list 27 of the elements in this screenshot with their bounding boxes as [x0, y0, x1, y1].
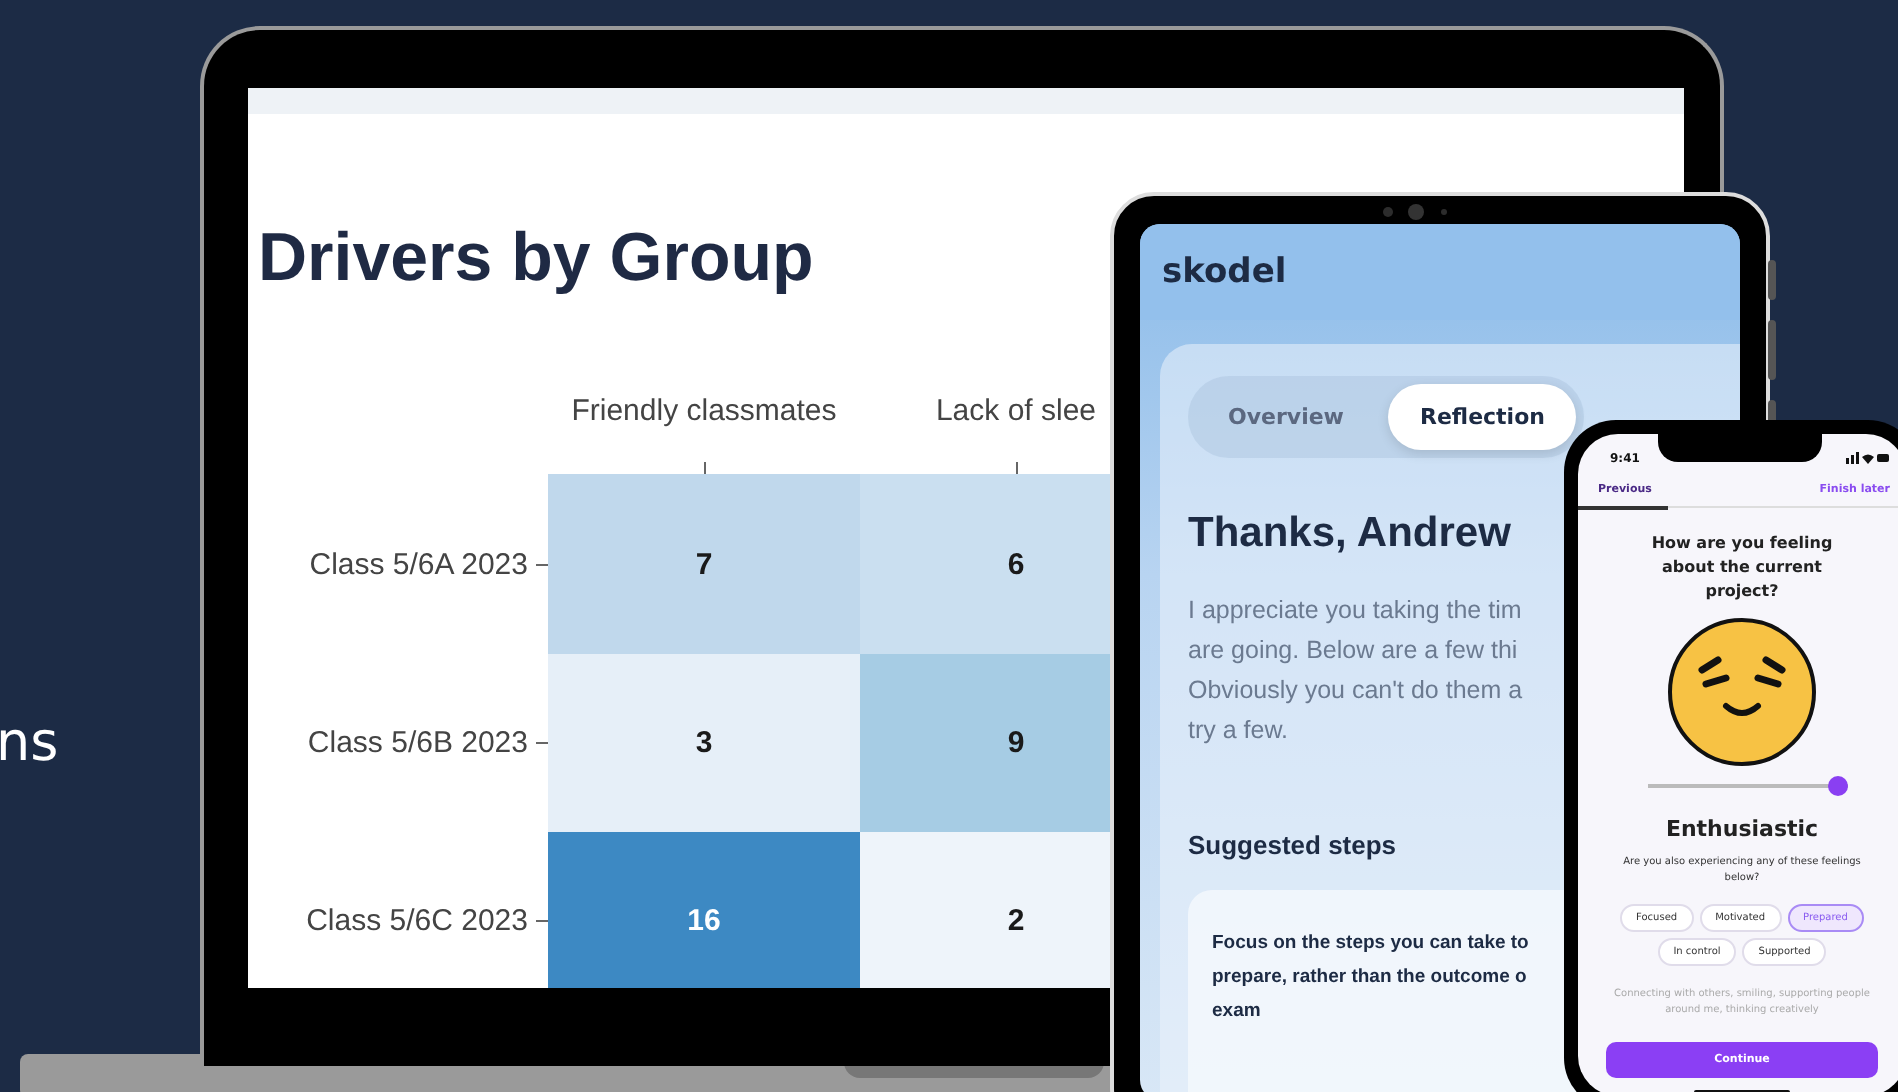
row-label: Class 5/6A 2023: [309, 547, 528, 581]
step-text-line: Focus on the steps you can take to: [1212, 930, 1529, 958]
row-label: Class 5/6B 2023: [307, 726, 528, 760]
heatmap-cell: 3: [548, 654, 860, 832]
row-label: Class 5/6C 2023: [306, 904, 528, 938]
column-header: Lack of slee: [935, 394, 1097, 428]
mood-label: Enthusiastic: [1665, 816, 1819, 842]
tab[interactable]: Reflection: [1387, 384, 1577, 450]
tab[interactable]: Overview: [1196, 384, 1376, 450]
paragraph-line: try a few.: [1188, 714, 1289, 748]
smiling-face-icon: [1666, 616, 1818, 768]
camera-icon: [1382, 202, 1450, 222]
section-title: Suggested steps: [1188, 830, 1399, 860]
paragraph-line: are going. Below are a few thi: [1188, 634, 1518, 668]
paragraph-line: I appreciate you taking the tim: [1188, 594, 1522, 628]
logo: skodel: [1162, 252, 1287, 292]
paragraph-line: Obviously you can't do them a: [1188, 674, 1523, 708]
question-text: How are you feeling about the current project?: [1649, 532, 1835, 604]
page-title: Drivers by Group: [258, 218, 814, 298]
status-icons: [1846, 452, 1890, 464]
step-text-line: prepare, rather than the outcome o: [1212, 964, 1527, 992]
side-text: ns: [0, 712, 59, 774]
heatmap-cell: 16: [548, 832, 860, 988]
heatmap-cell: 7: [548, 474, 860, 654]
heading: Thanks, Andrew: [1188, 510, 1511, 558]
step-text-line: exam: [1212, 998, 1261, 1026]
column-header: Friendly classmates: [571, 394, 837, 428]
